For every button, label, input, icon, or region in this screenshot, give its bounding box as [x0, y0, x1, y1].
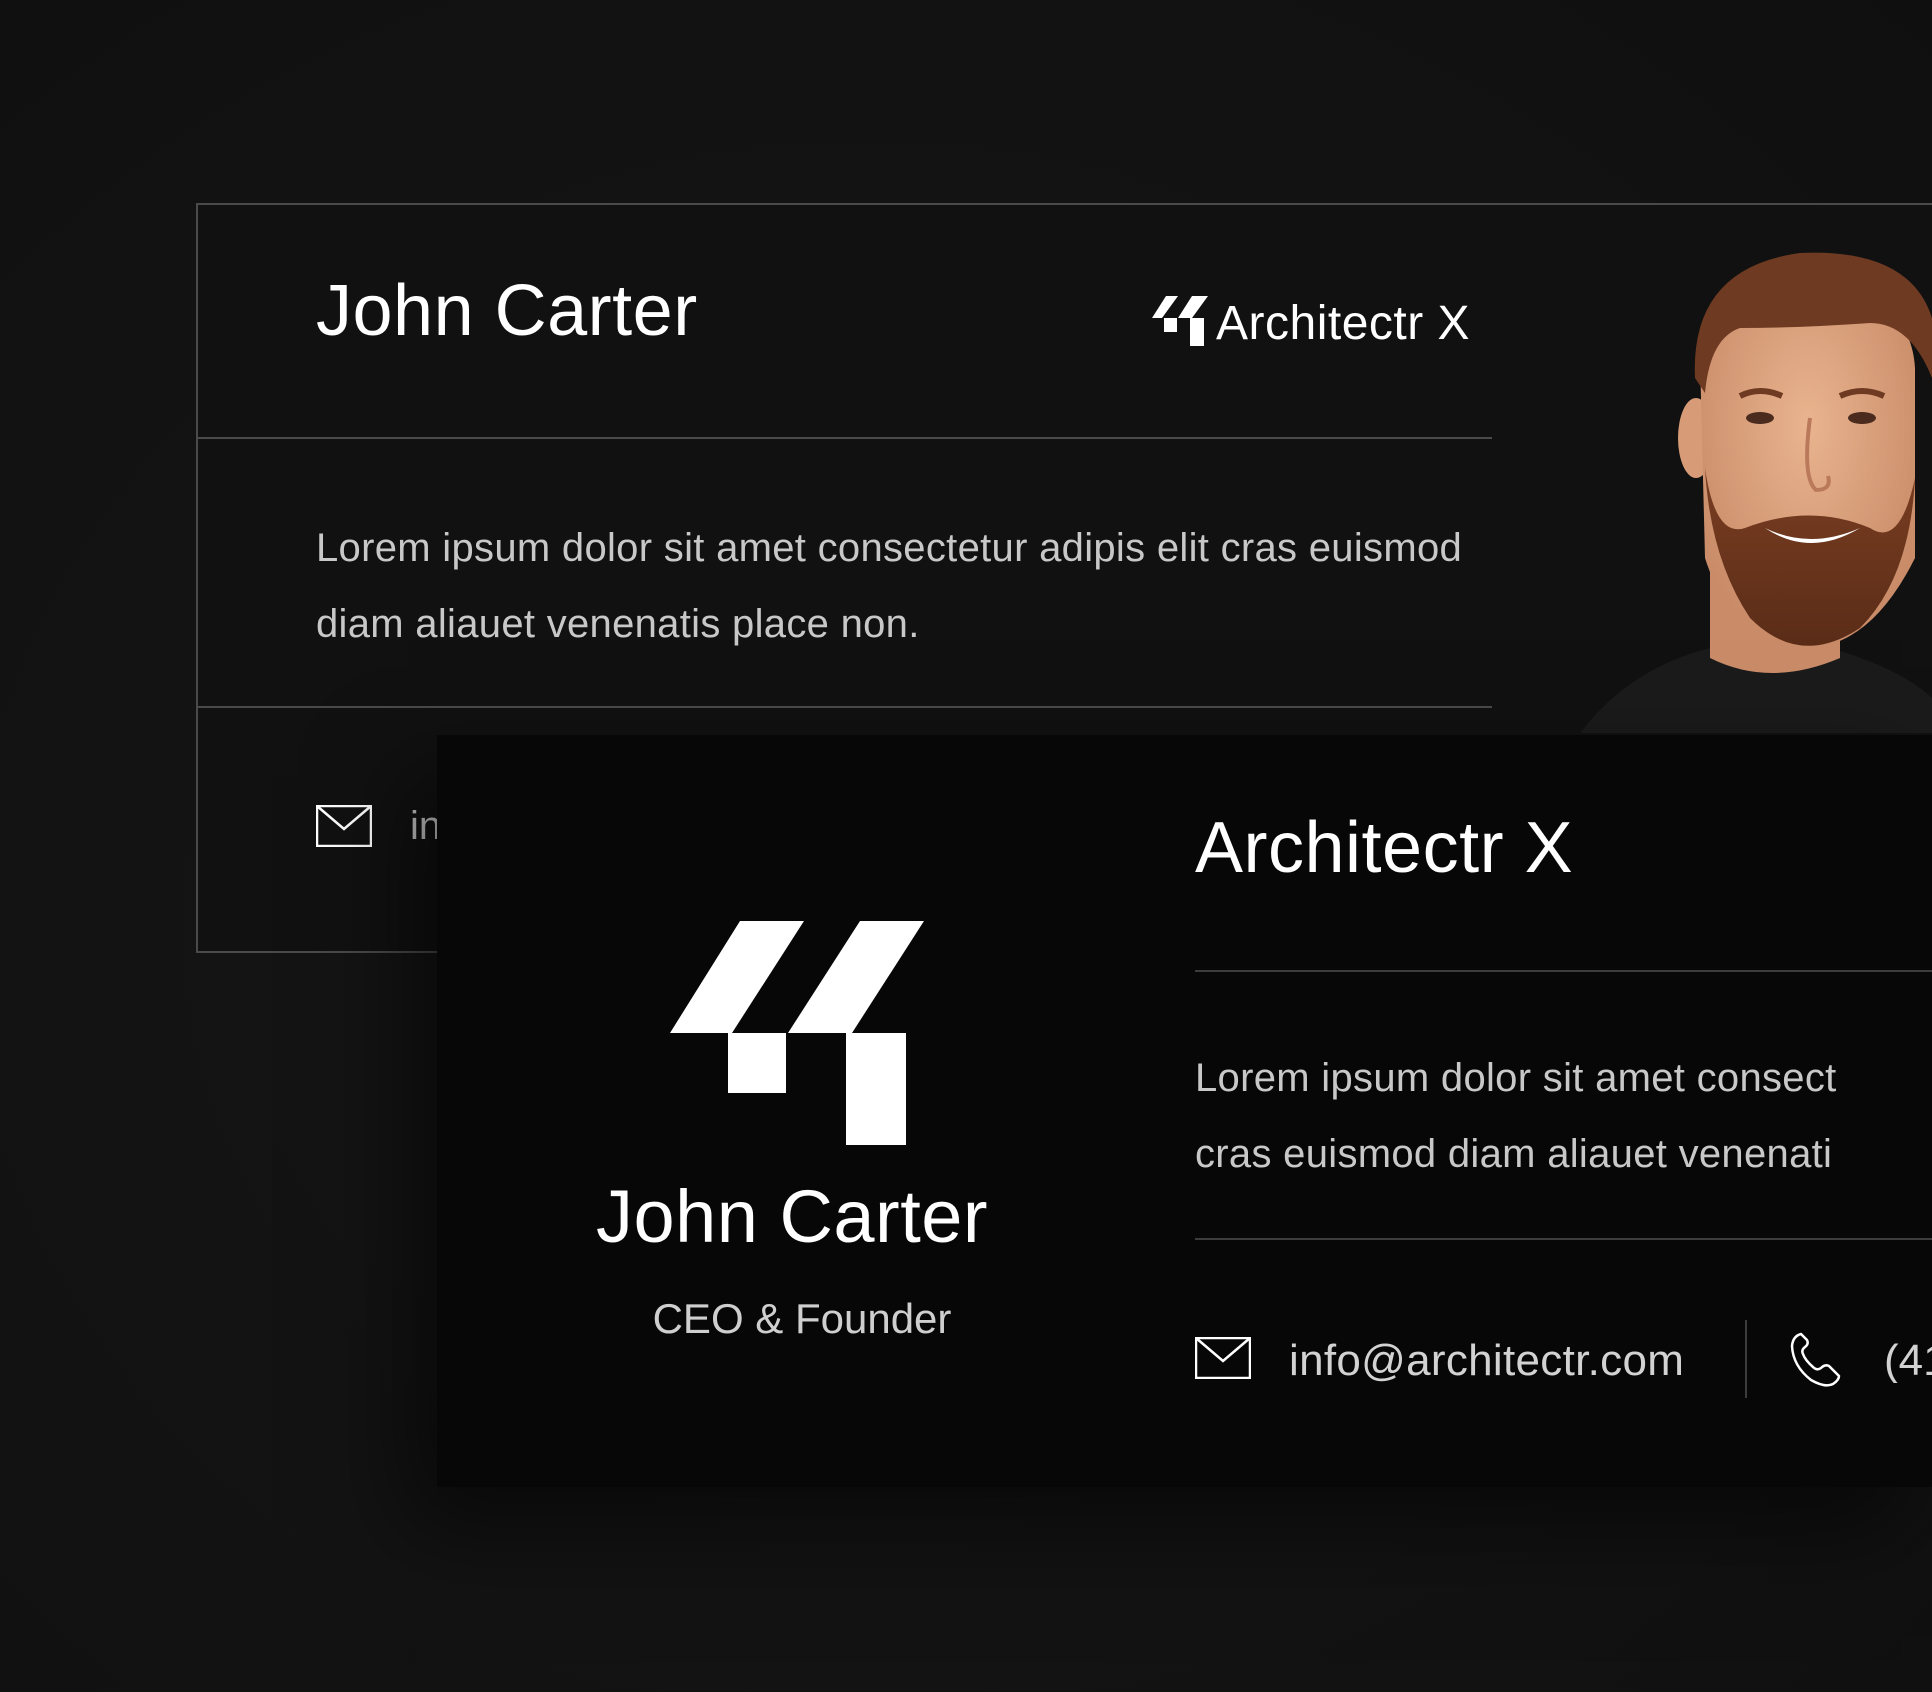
mail-icon	[315, 804, 373, 852]
front-card-description: Lorem ipsum dolor sit amet consect cras …	[1195, 1040, 1932, 1192]
portrait-photo	[1570, 228, 1932, 733]
front-card-brand: Architectr X	[1195, 808, 1574, 888]
divider	[1745, 1320, 1747, 1398]
front-card-description-line: Lorem ipsum dolor sit amet consect	[1195, 1056, 1837, 1100]
mail-icon	[1194, 1336, 1252, 1384]
front-card-phone[interactable]: (41	[1884, 1339, 1932, 1383]
front-card-description-line: cras euismod diam aliauet venenati	[1195, 1132, 1833, 1176]
front-card-role: CEO & Founder	[652, 1295, 952, 1342]
divider	[1195, 1238, 1932, 1240]
architectr-logo-icon	[1152, 296, 1208, 351]
divider	[1195, 970, 1932, 972]
front-card-name: John Carter	[595, 1175, 989, 1258]
phone-icon	[1787, 1330, 1845, 1393]
back-card-brand: Architectr X	[1152, 296, 1470, 351]
divider	[198, 706, 1492, 708]
back-card-description: Lorem ipsum dolor sit amet consectetur a…	[316, 526, 1463, 646]
back-card-brand-text: Architectr X	[1216, 296, 1471, 350]
front-card-email[interactable]: info@architectr.com	[1289, 1339, 1684, 1383]
back-card-name: John Carter	[316, 271, 698, 351]
architectr-logo-icon	[670, 921, 924, 1150]
divider	[198, 437, 1492, 439]
